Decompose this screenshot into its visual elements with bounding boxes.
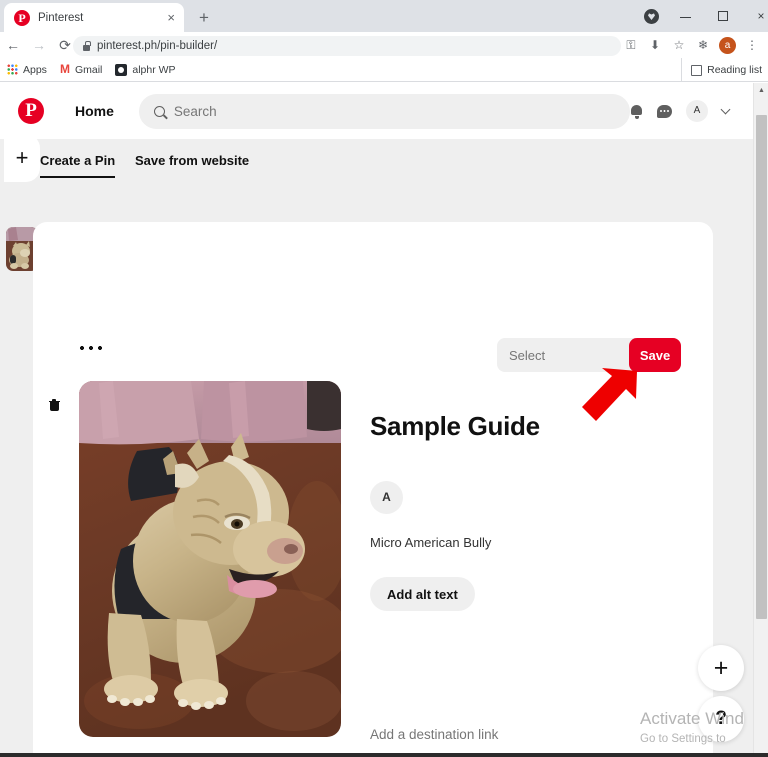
star-icon[interactable]: ☆ <box>667 32 691 58</box>
author-avatar[interactable]: A <box>370 481 403 514</box>
back-button[interactable]: ← <box>0 32 26 58</box>
bookmarks-bar: Apps M Gmail alphr WP Reading list <box>0 58 768 82</box>
install-icon[interactable]: ⬇ <box>643 32 667 58</box>
address-bar-url: pinterest.ph/pin-builder/ <box>97 40 218 52</box>
tab-create-a-pin[interactable]: Create a Pin <box>40 153 116 178</box>
search-placeholder: Search <box>173 103 217 119</box>
wordpress-icon <box>115 63 128 76</box>
plus-icon: + <box>15 145 29 170</box>
pin-image-content <box>79 381 341 737</box>
browser-menu-icon[interactable]: ⋮ <box>740 32 764 58</box>
pinterest-header: P Home Search A <box>0 83 753 139</box>
bookmark-apps[interactable]: Apps <box>7 64 47 76</box>
pin-title[interactable]: Sample Guide <box>370 411 540 442</box>
browser-window: P Pinterest × + × ← → ⟳ pinterest.ph/pin… <box>0 0 768 757</box>
window-bottom-edge <box>0 753 768 757</box>
scrollbar-thumb[interactable] <box>756 115 767 619</box>
destination-link-input[interactable]: Add a destination link <box>370 727 665 754</box>
tab-save-from-website[interactable]: Save from website <box>135 153 249 176</box>
search-icon <box>153 105 165 117</box>
browser-toolbar: ← → ⟳ pinterest.ph/pin-builder/ ⚿ ⬇ ☆ ❄ … <box>0 32 768 58</box>
chevron-down-icon[interactable] <box>720 104 731 114</box>
bookmark-label: alphr WP <box>132 63 176 76</box>
bookmark-alphr-wp[interactable]: alphr WP <box>115 63 176 76</box>
bookmark-gmail[interactable]: M Gmail <box>59 62 103 76</box>
search-input[interactable]: Search <box>138 93 630 129</box>
bookmark-label: Gmail <box>74 63 103 76</box>
web-page-viewport: P Home Search A + Create a Pin Save from… <box>0 83 768 757</box>
scrollbar-up-arrow[interactable]: ▲ <box>754 83 768 99</box>
browser-profile-avatar[interactable]: a <box>719 36 736 54</box>
messages-chat-icon[interactable] <box>657 104 672 118</box>
create-pin-plus-button[interactable]: + <box>4 134 40 182</box>
pin-description[interactable]: Micro American Bully <box>370 535 491 550</box>
reading-list-icon <box>691 64 703 76</box>
header-actions: A <box>630 100 743 122</box>
pin-image[interactable] <box>79 381 341 737</box>
gmail-icon: M <box>59 62 70 76</box>
key-icon[interactable]: ⚿ <box>619 32 643 58</box>
pin-builder-card: Select Save Sample Guide A Micro America… <box>33 222 713 757</box>
pinterest-favicon-icon: P <box>14 9 30 26</box>
browser-tab[interactable]: P Pinterest × <box>4 3 184 32</box>
page-scrollbar[interactable]: ▲ <box>753 83 768 757</box>
fab-add-button[interactable]: + <box>698 645 744 691</box>
forward-button[interactable]: → <box>26 32 52 58</box>
pinterest-logo-icon[interactable]: P <box>18 98 44 124</box>
add-alt-text-button[interactable]: Add alt text <box>370 577 475 611</box>
reading-list-label: Reading list <box>707 64 762 76</box>
tab-close-icon[interactable]: × <box>164 9 178 26</box>
window-heart-icon[interactable] <box>644 9 659 24</box>
annotation-arrow-icon <box>582 368 637 421</box>
delete-image-button[interactable] <box>37 388 71 422</box>
more-options-icon[interactable] <box>80 346 102 350</box>
apps-grid-icon <box>7 64 18 75</box>
tab-title: Pinterest <box>38 11 84 24</box>
notifications-bell-icon[interactable] <box>630 104 643 119</box>
browser-tab-strip: P Pinterest × + × <box>0 0 768 32</box>
trash-icon <box>48 399 60 411</box>
account-avatar[interactable]: A <box>686 100 708 122</box>
reading-list-button[interactable]: Reading list <box>681 58 762 82</box>
window-close-button[interactable]: × <box>738 0 768 32</box>
home-button[interactable]: Home <box>63 95 126 127</box>
new-tab-button[interactable]: + <box>192 6 216 30</box>
pin-builder-tabbar: + Create a Pin Save from website <box>0 134 753 195</box>
lock-icon <box>83 41 91 51</box>
bookmark-label: Apps <box>23 63 47 76</box>
extensions-icon[interactable]: ❄ <box>691 32 715 58</box>
toolbar-right-icons: ⚿ ⬇ ☆ ❄ a ⋮ <box>619 32 764 58</box>
fab-help-button[interactable]: ? <box>698 696 744 742</box>
address-bar[interactable]: pinterest.ph/pin-builder/ <box>73 36 621 56</box>
